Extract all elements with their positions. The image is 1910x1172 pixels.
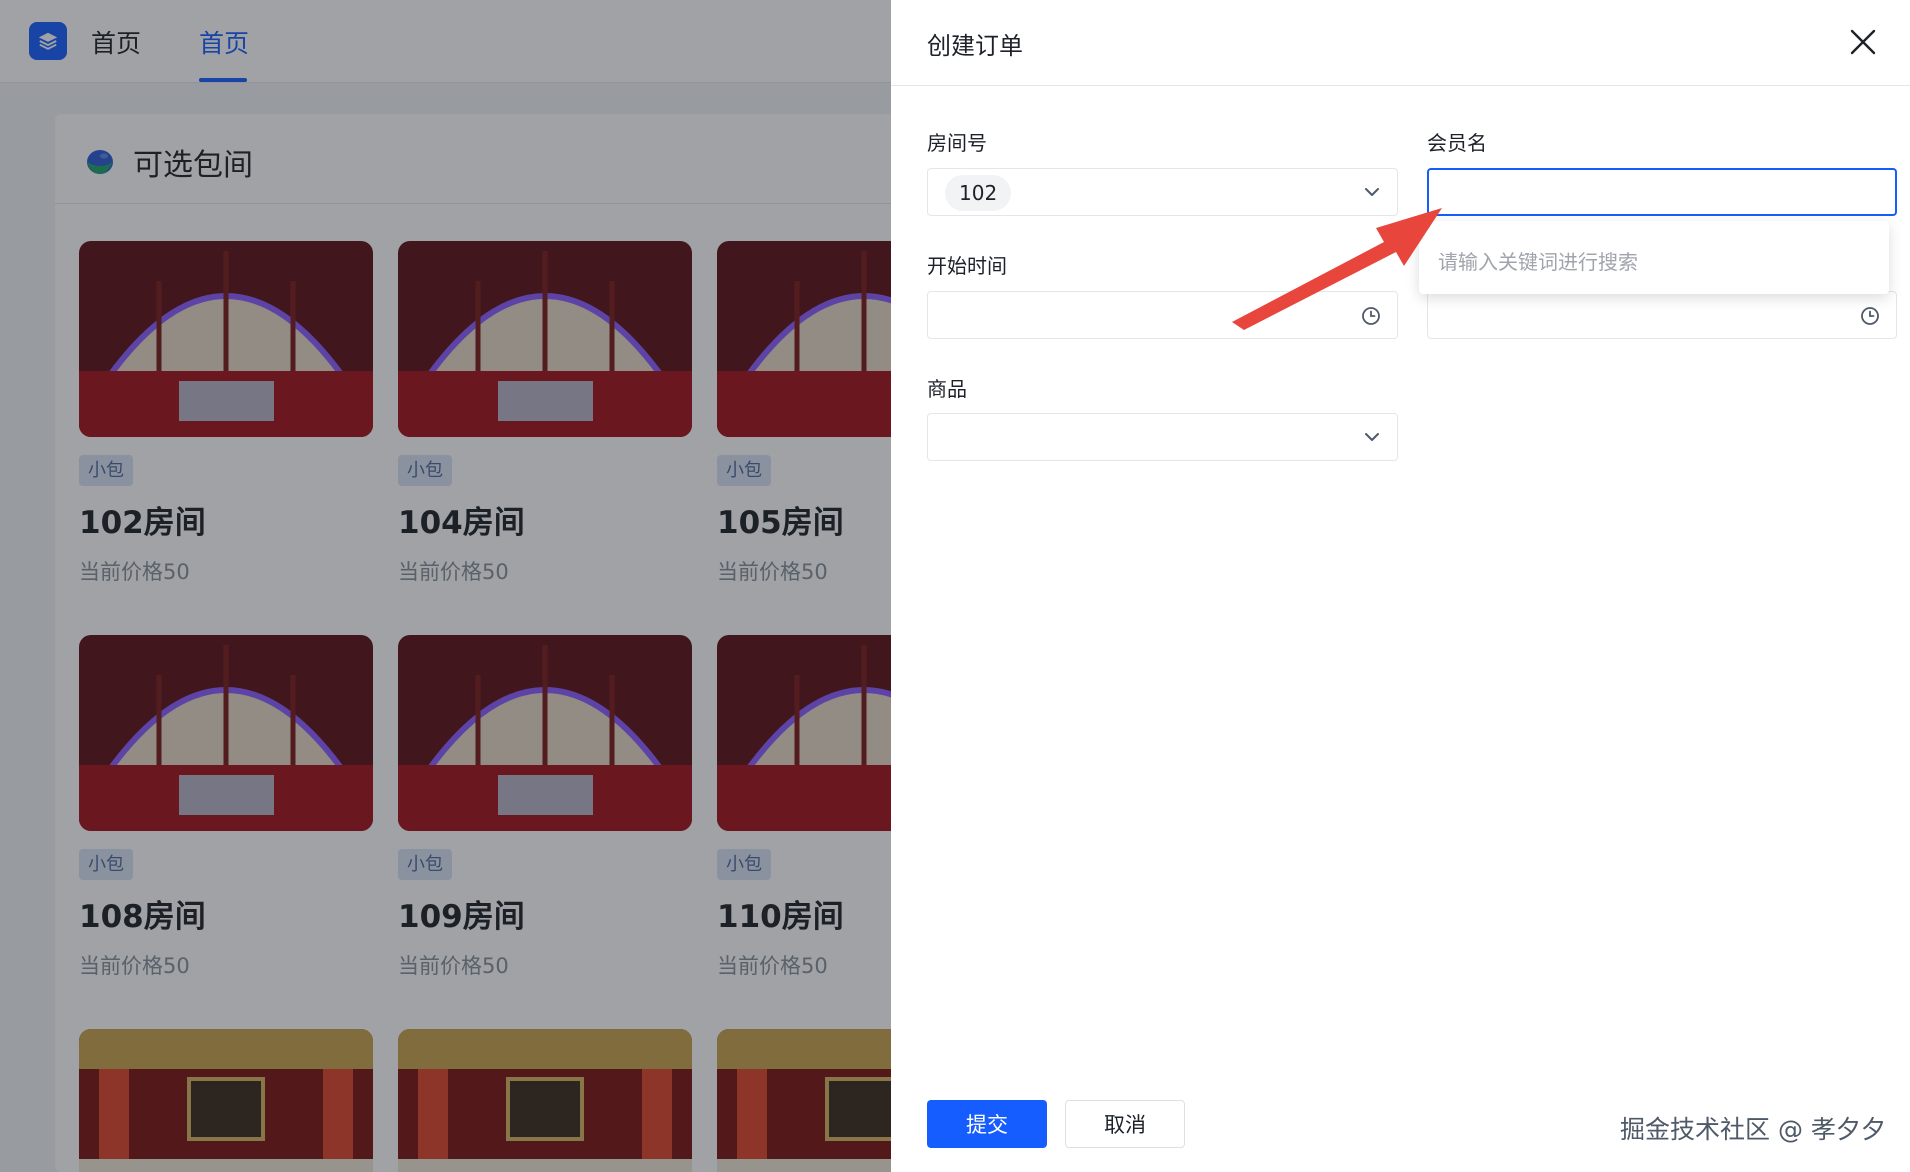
dropdown-empty-hint: 请输入关键词进行搜索 (1438, 250, 1638, 274)
close-button[interactable] (1846, 25, 1880, 59)
close-icon (1850, 29, 1876, 55)
watermark-text: 掘金技术社区 @ 孝夕夕 (1620, 1115, 1886, 1144)
drawer-header: 创建订单 (891, 0, 1910, 86)
start-time-label: 开始时间 (927, 254, 1007, 278)
room-number-label: 房间号 (927, 131, 987, 155)
goods-label: 商品 (927, 377, 967, 401)
goods-select[interactable] (927, 413, 1398, 461)
create-order-drawer: 创建订单 房间号 102 会员名 开始时间 商品 请输入关键词进行搜索 提交 取… (891, 0, 1910, 1172)
drawer-title: 创建订单 (927, 32, 1023, 60)
selected-room-chip[interactable]: 102 (945, 175, 1012, 211)
member-name-select[interactable] (1427, 168, 1897, 216)
clock-icon (1861, 307, 1879, 325)
member-name-label: 会员名 (1427, 131, 1487, 155)
member-search-dropdown: 请输入关键词进行搜索 (1419, 221, 1889, 294)
chevron-down-icon (1365, 433, 1379, 441)
end-time-picker[interactable] (1427, 291, 1897, 339)
annotation-arrow-icon (1232, 208, 1442, 330)
cancel-button[interactable]: 取消 (1065, 1100, 1185, 1148)
submit-button[interactable]: 提交 (927, 1100, 1047, 1148)
